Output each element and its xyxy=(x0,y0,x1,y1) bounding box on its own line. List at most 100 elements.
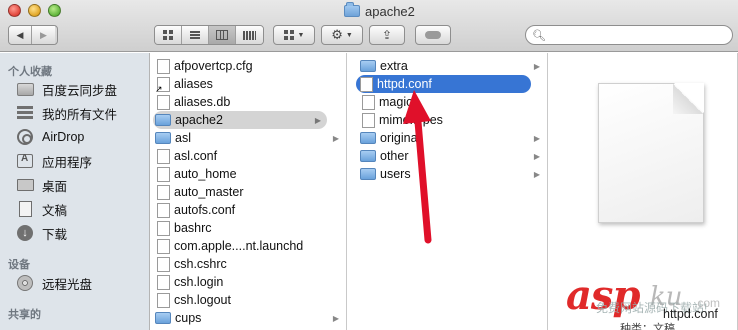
shared-heading: 共享的 xyxy=(8,309,41,321)
sidebar-item-label: 百度云同步盘 xyxy=(42,83,118,98)
list-item[interactable]: bashrc xyxy=(157,219,212,237)
all-files-icon xyxy=(17,105,33,121)
columns-icon xyxy=(216,30,228,40)
folder-icon xyxy=(360,150,376,162)
gear-icon: ⚙ xyxy=(331,27,343,42)
sidebar-item-downloads[interactable]: ↓ 下载 xyxy=(16,223,67,243)
view-mode-control xyxy=(154,25,264,45)
list-item-selected[interactable]: apache2 ▶ xyxy=(153,111,327,129)
chevron-right-icon: ▶ xyxy=(332,313,339,323)
folder-icon xyxy=(155,312,171,324)
list-item[interactable]: magic xyxy=(362,93,412,111)
file-icon xyxy=(157,148,170,164)
back-forward-control: ◀ ▶ xyxy=(8,25,58,45)
disc-icon xyxy=(17,275,33,291)
list-item[interactable]: users ▶ xyxy=(360,165,546,183)
file-icon xyxy=(157,238,170,254)
chevron-right-icon: ▶ xyxy=(314,115,321,125)
column-view-button[interactable] xyxy=(209,26,236,44)
action-button[interactable]: ⚙ ▼ xyxy=(321,25,363,45)
back-button[interactable]: ◀ xyxy=(9,26,32,44)
folder-icon xyxy=(16,82,34,96)
document-icon xyxy=(18,201,32,217)
favorites-heading: 个人收藏 xyxy=(8,66,52,78)
file-icon xyxy=(157,94,170,110)
airdrop-icon xyxy=(17,129,33,145)
list-icon xyxy=(190,31,200,39)
sidebar: 个人收藏 百度云同步盘 我的所有文件 AirDrop 应用程序 桌面 文稿 ↓ … xyxy=(0,53,150,330)
list-item[interactable]: csh.logout xyxy=(157,291,231,309)
folder-icon xyxy=(155,132,171,144)
file-icon xyxy=(360,76,373,92)
grid-icon xyxy=(163,30,173,40)
sidebar-item-all-my-files[interactable]: 我的所有文件 xyxy=(16,103,117,123)
list-item[interactable]: cups ▶ xyxy=(155,309,345,327)
applications-icon xyxy=(17,153,33,168)
sidebar-item-baidu-sync[interactable]: 百度云同步盘 xyxy=(16,79,117,99)
list-item[interactable]: autofs.conf xyxy=(157,201,235,219)
coverflow-view-button[interactable] xyxy=(236,26,263,44)
desktop-icon xyxy=(16,179,34,191)
list-item[interactable]: csh.cshrc xyxy=(157,255,227,273)
list-item[interactable]: extra ▶ xyxy=(360,57,546,75)
file-icon xyxy=(362,112,375,128)
file-icon xyxy=(157,274,170,290)
file-icon xyxy=(157,166,170,182)
tags-button[interactable] xyxy=(415,25,451,45)
arrange-button[interactable]: ▼ xyxy=(273,25,315,45)
folder-icon xyxy=(360,168,376,180)
chevron-right-icon: ▶ xyxy=(332,133,339,143)
list-view-button[interactable] xyxy=(182,26,209,44)
list-item[interactable]: mime.types xyxy=(362,111,443,129)
download-icon: ↓ xyxy=(17,225,33,241)
sidebar-item-applications[interactable]: 应用程序 xyxy=(16,151,92,171)
tag-icon xyxy=(425,31,441,39)
search-input[interactable]: 🔍︎ xyxy=(525,25,733,45)
list-item[interactable]: auto_master xyxy=(157,183,243,201)
column-apache2: extra ▶ httpd.conf magic mime.types origi… xyxy=(348,53,548,330)
sidebar-item-label: 下载 xyxy=(42,227,68,242)
sidebar-item-label: 文稿 xyxy=(42,203,68,218)
forward-button[interactable]: ▶ xyxy=(32,26,55,44)
list-item[interactable]: com.apple....nt.launchd xyxy=(157,237,303,255)
sidebar-item-label: 应用程序 xyxy=(42,155,93,170)
folder-icon xyxy=(344,2,360,17)
back-arrow-icon: ◀ xyxy=(16,29,24,40)
file-icon xyxy=(157,202,170,218)
list-item[interactable]: asl ▶ xyxy=(155,129,345,147)
sidebar-item-label: 桌面 xyxy=(42,179,68,194)
icon-view-button[interactable] xyxy=(155,26,182,44)
sidebar-item-label: 我的所有文件 xyxy=(42,107,118,122)
sidebar-item-airdrop[interactable]: AirDrop xyxy=(16,127,84,147)
chevron-right-icon: ▶ xyxy=(533,133,540,143)
window-title-text: apache2 xyxy=(365,3,415,19)
folder-icon xyxy=(360,60,376,72)
close-window-button[interactable] xyxy=(8,4,21,17)
sidebar-item-remote-disc[interactable]: 远程光盘 xyxy=(16,273,92,293)
column-etc: afpovertcp.cfg aliases aliases.db apache… xyxy=(151,53,347,330)
sidebar-item-label: AirDrop xyxy=(42,130,85,144)
zoom-window-button[interactable] xyxy=(48,4,61,17)
alias-file-icon xyxy=(155,76,170,95)
list-item[interactable]: csh.login xyxy=(157,273,223,291)
list-item[interactable]: asl.conf xyxy=(157,147,217,165)
folder-icon xyxy=(360,132,376,144)
devices-heading: 设备 xyxy=(8,259,30,271)
search-icon: 🔍︎ xyxy=(532,29,546,42)
file-icon xyxy=(157,58,170,74)
window-title: apache2 xyxy=(344,2,415,20)
list-item[interactable]: other ▶ xyxy=(360,147,546,165)
sidebar-item-documents[interactable]: 文稿 xyxy=(16,199,67,219)
list-item[interactable]: aliases xyxy=(155,75,213,95)
list-item[interactable]: auto_home xyxy=(157,165,237,183)
chevron-right-icon: ▶ xyxy=(533,151,540,161)
file-icon xyxy=(157,220,170,236)
sidebar-item-desktop[interactable]: 桌面 xyxy=(16,175,67,195)
share-button[interactable]: ⇪ xyxy=(369,25,405,45)
list-item[interactable]: afpovertcp.cfg xyxy=(157,57,253,75)
list-item[interactable]: aliases.db xyxy=(157,93,230,111)
minimize-window-button[interactable] xyxy=(28,4,41,17)
list-item-selected[interactable]: httpd.conf xyxy=(356,75,531,93)
list-item[interactable]: original ▶ xyxy=(360,129,546,147)
folder-icon xyxy=(155,114,171,126)
